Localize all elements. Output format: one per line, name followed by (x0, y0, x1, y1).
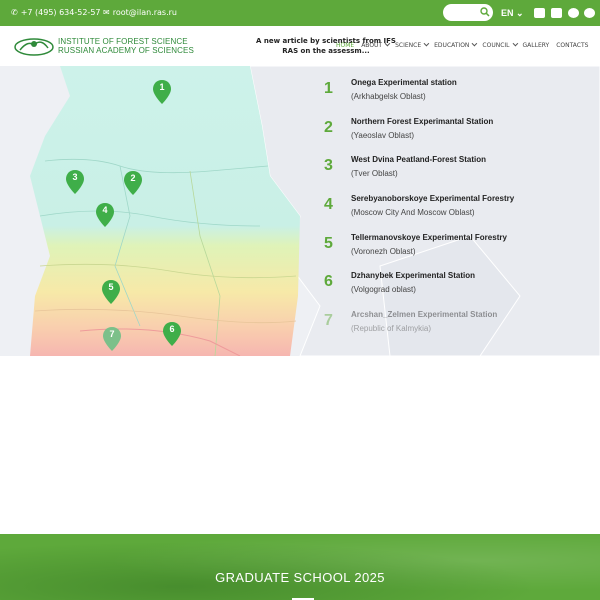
search-icon[interactable] (480, 7, 490, 17)
telegram-icon[interactable] (568, 8, 579, 18)
station-item-5[interactable]: 5 Tellermanovskoye Experimental Forestry… (324, 233, 594, 272)
station-name: Onega Experimental station (351, 78, 457, 87)
station-number: 1 (324, 80, 333, 97)
language-select[interactable]: EN ⌄ (501, 8, 524, 19)
stations-list: 1 Onega Experimental station (Arkhabgels… (324, 78, 594, 349)
map-pin-6[interactable]: 6 (162, 321, 182, 347)
nav-science[interactable]: SCIENCE (395, 40, 430, 49)
station-item-3[interactable]: 3 West Dvina Peatland-Forest Station (Tv… (324, 155, 594, 194)
station-item-6[interactable]: 6 Dzhanybek Experimental Station (Volgog… (324, 271, 594, 310)
map-pin-5[interactable]: 5 (101, 279, 121, 305)
rss-icon[interactable] (584, 8, 595, 18)
vk-icon[interactable] (534, 8, 545, 18)
nav-council-label: COUNCIL (482, 42, 510, 49)
map-pin-3[interactable]: 3 (65, 169, 85, 195)
station-region: (Republic of Kalmykia) (351, 324, 432, 334)
video-icon[interactable] (551, 8, 562, 18)
map-pin-number: 3 (72, 172, 78, 182)
station-item-1[interactable]: 1 Onega Experimental station (Arkhabgels… (324, 78, 594, 117)
station-region: (Moscow City And Moscow Oblast) (351, 208, 475, 218)
station-name: Northern Forest Experimantal Station (351, 116, 494, 126)
station-name: Dzhanybek Experimental Station (351, 271, 476, 281)
nav-education-label: EDUCATION (434, 42, 470, 49)
banner-title: GRADUATE SCHOOL 2025 (215, 570, 385, 585)
map-pin-number: 1 (159, 82, 165, 92)
map-pin-number: 2 (130, 173, 136, 183)
station-region: (Yaeoslav Oblast) (351, 130, 414, 140)
institute-logo-icon[interactable] (14, 36, 54, 56)
mail-icon: ✉ (103, 8, 110, 17)
logo-line2: RUSSIAN ACADEMY OF SCIENCES (58, 46, 194, 55)
map-pin-number: 4 (102, 205, 108, 215)
logo-text[interactable]: INSTITUTE OF FOREST SCIENCE RUSSIAN ACAD… (58, 37, 194, 55)
language-label: EN (501, 8, 514, 18)
graduate-school-banner[interactable]: GRADUATE SCHOOL 2025 (0, 534, 600, 600)
chevron-down-icon (512, 40, 518, 47)
station-region: (Volgograd oblast) (351, 285, 416, 295)
map-pin-number: 5 (108, 282, 114, 292)
nav-education[interactable]: EDUCATION (434, 40, 478, 49)
map-pin-4[interactable]: 4 (95, 202, 115, 228)
station-name: Arcshan_Zelmen Experimental Station (351, 310, 498, 320)
station-region: (Voronezh Oblast) (351, 246, 416, 256)
phone-icon: ✆ (11, 8, 18, 17)
nav-contacts[interactable]: CONTACTS (556, 42, 588, 49)
station-number: 3 (324, 157, 333, 175)
nav-about-label: ABOUT (361, 42, 383, 49)
email-address: root@ilan.ras.ru (112, 8, 177, 17)
nav-gallery[interactable]: GALLERY (523, 42, 550, 49)
map-pin-2[interactable]: 2 (123, 170, 143, 196)
chevron-down-icon (384, 40, 391, 47)
chevron-down-icon: ⌄ (516, 8, 524, 18)
top-bar: ✆ +7 (495) 634-52-57 ✉ root@ilan.ras.ru EN… (0, 0, 600, 26)
station-region: (Arkhabgelsk Oblast) (351, 92, 426, 101)
map-pin-number: 7 (109, 329, 115, 339)
phone-link[interactable]: ✆ +7 (495) 634-52-57 (11, 8, 101, 17)
station-name: West Dvina Peatland-Forest Station (351, 155, 486, 165)
email-link[interactable]: ✉ root@ilan.ras.ru (103, 8, 177, 17)
station-number: 7 (324, 312, 333, 330)
station-number: 6 (324, 273, 333, 291)
station-name: Tellermanovskoye Experimental Forestry (351, 232, 507, 242)
station-region: (Tver Oblast) (351, 169, 398, 179)
search-input[interactable] (443, 4, 493, 21)
nav-home[interactable]: HOME (336, 42, 354, 49)
map-pin-1[interactable]: 1 (152, 79, 172, 105)
chevron-down-icon (423, 40, 430, 47)
map-pin-7[interactable]: 7 (102, 326, 122, 352)
nav-council[interactable]: COUNCIL (482, 40, 518, 49)
logo-line1: INSTITUTE OF FOREST SCIENCE (58, 37, 188, 46)
station-item-7[interactable]: 7 Arcshan_Zelmen Experimental Station (R… (324, 310, 594, 349)
map-pin-number: 6 (169, 324, 175, 334)
station-item-2[interactable]: 2 Northern Forest Experimantal Station (… (324, 117, 594, 156)
station-name: Serebyanoborskoye Experimental Forestry (351, 194, 515, 204)
station-item-4[interactable]: 4 Serebyanoborskoye Experimental Forestr… (324, 194, 594, 233)
site-header: INSTITUTE OF FOREST SCIENCE RUSSIAN ACAD… (0, 26, 600, 66)
nav-science-label: SCIENCE (395, 42, 422, 49)
main-nav: HOME ABOUT SCIENCE EDUCATION COUNCIL GAL… (336, 40, 595, 49)
chevron-down-icon (472, 40, 478, 47)
nav-about[interactable]: ABOUT (361, 40, 391, 49)
phone-number: +7 (495) 634-52-57 (20, 8, 101, 17)
station-number: 2 (324, 118, 333, 136)
station-number: 5 (324, 234, 333, 252)
station-number: 4 (324, 196, 333, 214)
